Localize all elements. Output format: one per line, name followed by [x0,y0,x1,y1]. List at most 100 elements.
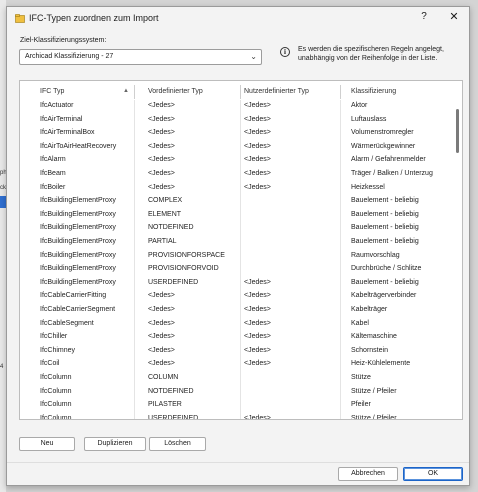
table-header: IFC Typ ▲ Vordefinierter Typ Nutzerdefin… [20,85,454,99]
cell-ifc-typ: IfcAirTerminalBox [40,129,95,137]
cancel-button[interactable]: Abbrechen [338,467,398,481]
cell-divider [340,276,341,291]
cell-vordefinierter-typ: <Jedes> [148,156,175,164]
cell-vordefinierter-typ: <Jedes> [148,306,175,313]
cell-vordefinierter-typ: PARTIAL [148,238,177,245]
cell-divider [240,290,241,304]
table-row[interactable]: IfcColumn COLUMN Stütze [20,372,454,386]
table-row[interactable]: IfcAlarm <Jedes> <Jedes> Alarm / Gefahrenme… [20,154,454,168]
table-row[interactable]: IfcAirToAirHeatRecovery <Jedes> <Jedes> Wär… [20,140,454,155]
table-row[interactable]: IfcBuildingElementProxy PARTIAL Bauelement… [20,236,454,250]
table-row[interactable]: IfcAirTerminalBox <Jedes> <Jedes> Volumenst… [20,127,454,141]
table-row[interactable]: IfcBuildingElementProxy PROVISIONFORVOID D… [20,263,454,277]
cell-vordefinierter-typ: PROVISIONFORSPACE [148,251,225,259]
table-row[interactable]: IfcBeam <Jedes> <Jedes> Träger / Balken / U… [20,168,454,182]
scrollbar-thumb[interactable] [456,109,459,153]
table-row[interactable]: IfcBuildingElementProxy PROVISIONFORSPACE… [20,249,454,264]
cell-klassifizierung: Luftauslass [351,115,387,123]
cell-nutzerdefinierter-typ: <Jedes> [244,292,271,300]
column-header-ifc-typ[interactable]: IFC Typ [40,88,64,95]
delete-button[interactable]: Löschen [149,437,206,451]
cell-ifc-typ: IfcColumn [40,387,72,395]
table-row[interactable]: IfcBuildingElementProxy USERDEFINED <Jedes… [20,276,454,291]
cell-nutzerdefinierter-typ: <Jedes> [244,102,271,109]
cell-divider [340,263,341,277]
dialog-title: IFC-Typen zuordnen zum Import [29,13,159,23]
table-row[interactable]: IfcCoil <Jedes> <Jedes> Heiz-Kühlelemente [20,358,454,372]
cell-divider [240,222,241,236]
cell-vordefinierter-typ: PROVISIONFORVOID [148,265,219,273]
column-divider [340,85,341,99]
cell-vordefinierter-typ: <Jedes> [148,333,175,341]
table-row[interactable]: IfcChiller <Jedes> <Jedes> Kältemaschine [20,331,454,345]
column-header-klassifizierung[interactable]: Klassifizierung [351,88,396,95]
classification-system-select[interactable]: Archicad Klassifizierung - 27 ⌄ [19,49,262,65]
cell-klassifizierung: Stütze / Pfeiler [351,387,397,395]
cell-divider [134,399,135,413]
cell-nutzerdefinierter-typ: <Jedes> [244,129,271,137]
close-button[interactable]: ✕ [447,10,461,23]
cell-nutzerdefinierter-typ: <Jedes> [244,346,271,354]
cell-divider [240,140,241,155]
cell-divider [240,154,241,168]
vertical-scrollbar[interactable] [454,81,462,419]
cell-ifc-typ: IfcBeam [40,170,66,177]
cell-vordefinierter-typ: <Jedes> [148,346,175,354]
column-divider [134,85,135,99]
table-row[interactable]: IfcBuildingElementProxy COMPLEX Bauelement… [20,195,454,209]
cell-divider [240,113,241,128]
cell-divider [240,236,241,250]
cell-divider [240,331,241,345]
cell-klassifizierung: Stütze / Pfeiler [351,414,397,420]
table-row[interactable]: IfcColumn USERDEFINED <Jedes> Stütze / Pfei… [20,412,454,420]
table-row[interactable]: IfcChimney <Jedes> <Jedes> Schornstein [20,344,454,359]
cell-divider [340,412,341,419]
cell-klassifizierung: Pfeiler [351,401,371,409]
title-bar: IFC-Typen zuordnen zum Import ? ✕ [7,7,469,31]
help-button[interactable]: ? [417,11,431,22]
cell-klassifizierung: Raumvorschlag [351,251,400,259]
table-row[interactable]: IfcCableCarrierFitting <Jedes> <Jedes> Kabe… [20,290,454,304]
cell-divider [240,276,241,291]
duplicate-button[interactable]: Duplizieren [84,437,146,451]
cell-ifc-typ: IfcActuator [40,102,74,109]
table-row[interactable]: IfcColumn NOTDEFINED Stütze / Pfeiler [20,385,454,400]
table-row[interactable]: IfcBoiler <Jedes> <Jedes> Heizkessel [20,181,454,196]
classification-system-value: Archicad Klassifizierung - 27 [25,53,114,60]
table-row[interactable]: IfcBuildingElementProxy NOTDEFINED Bauelem… [20,222,454,236]
cell-nutzerdefinierter-typ: <Jedes> [244,142,271,150]
chevron-down-icon: ⌄ [250,52,257,61]
cell-ifc-typ: IfcBuildingElementProxy [40,197,116,205]
cell-divider [240,358,241,372]
table-row[interactable]: IfcCableSegment <Jedes> <Jedes> Kabel [20,317,454,332]
cell-klassifizierung: Stütze [351,374,371,381]
cell-divider [134,276,135,291]
cell-nutzerdefinierter-typ: <Jedes> [244,115,271,123]
cell-divider [134,304,135,318]
table-row[interactable]: IfcBuildingElementProxy ELEMENT Bauelement… [20,208,454,223]
table-row[interactable]: IfcAirTerminal <Jedes> <Jedes> Luftauslass [20,113,454,128]
column-header-nutzerdefinierter-typ[interactable]: Nutzerdefinierter Typ [244,88,309,95]
column-header-vordefinierter-typ[interactable]: Vordefinierter Typ [148,88,203,95]
table-row[interactable]: IfcCableCarrierSegment <Jedes> <Jedes> Kabe… [20,304,454,318]
cell-divider [134,372,135,386]
cell-ifc-typ: IfcChiller [40,333,68,341]
cell-divider [134,236,135,250]
table-row[interactable]: IfcActuator <Jedes> <Jedes> Aktor [20,100,454,114]
background-text-fragment: 4 [0,364,4,370]
new-button[interactable]: Neu [19,437,75,451]
cell-divider [340,208,341,223]
ok-button[interactable]: OK [403,467,463,481]
cell-klassifizierung: Bauelement - beliebig [351,278,419,286]
cell-divider [340,113,341,128]
cell-nutzerdefinierter-typ: <Jedes> [244,156,271,164]
cell-ifc-typ: IfcAlarm [40,156,66,164]
cell-divider [134,208,135,223]
cell-ifc-typ: IfcColumn [40,401,72,409]
cell-nutzerdefinierter-typ: <Jedes> [244,278,271,286]
cell-divider [240,344,241,359]
cell-klassifizierung: Durchbrüche / Schlitze [351,265,422,273]
table-row[interactable]: IfcColumn PILASTER Pfeiler [20,399,454,413]
cell-klassifizierung: Alarm / Gefahrenmelder [351,156,426,164]
table-body: IfcActuator <Jedes> <Jedes> Aktor IfcAirTerm… [20,100,454,419]
